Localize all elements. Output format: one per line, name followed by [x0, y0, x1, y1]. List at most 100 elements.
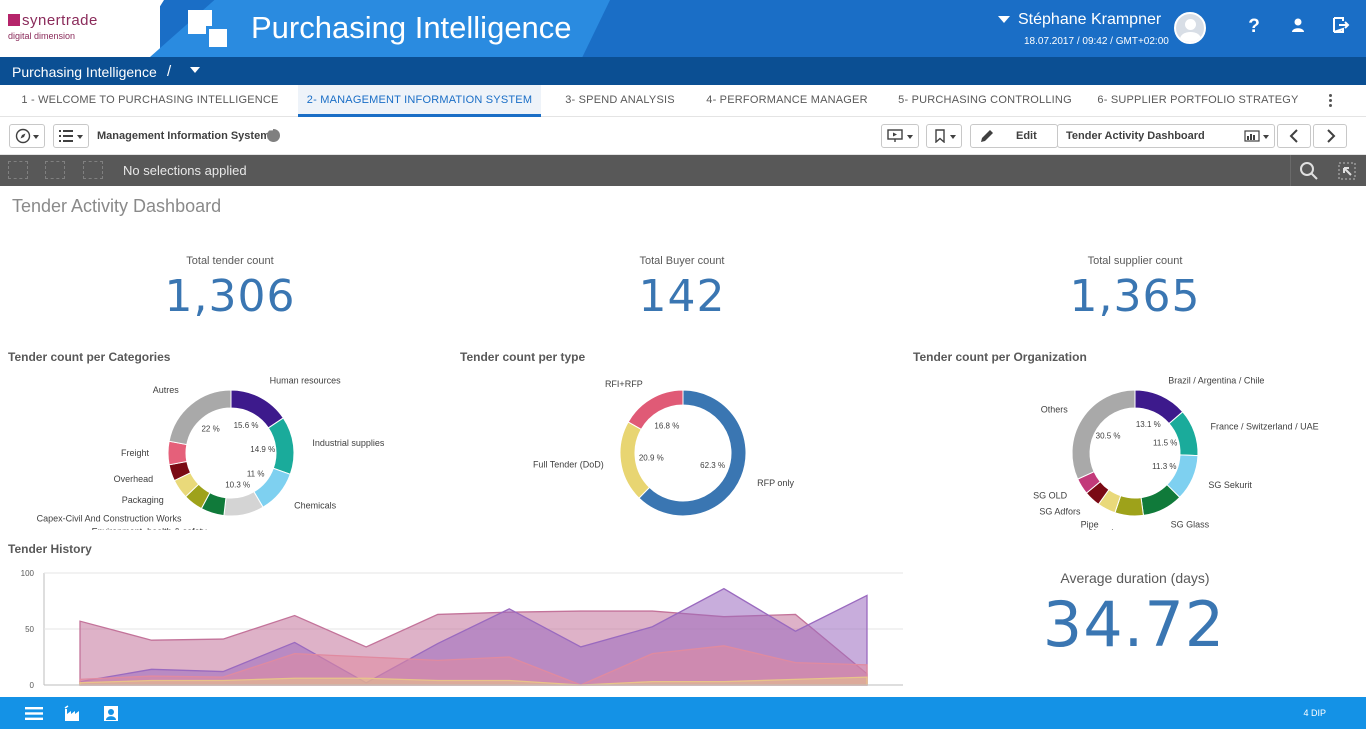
donut-category-label: Freight: [121, 448, 150, 458]
donut-category-label: Chemicals: [294, 500, 337, 510]
edit-button[interactable]: Edit: [970, 124, 1058, 148]
kpi-buyer-value: 142: [638, 271, 726, 322]
tab-performance-manager[interactable]: 4- PERFORMANCE MANAGER: [697, 85, 877, 117]
selection-tools: [1290, 155, 1366, 186]
donut-pct-label: 15.6 %: [234, 421, 259, 430]
donut-pct-label: 11 %: [247, 469, 265, 478]
factory-icon[interactable]: [63, 705, 83, 722]
tab-supplier-portfolio-strategy[interactable]: 6- SUPPLIER PORTFOLIO STRATEGY: [1093, 85, 1303, 117]
chart-title-organization: Tender count per Organization: [913, 350, 1087, 364]
next-sheet-button[interactable]: [1313, 124, 1347, 148]
donut-pct-label: 11.3 %: [1152, 462, 1176, 471]
breadcrumb-separator: /: [167, 63, 172, 80]
search-icon[interactable]: [1299, 161, 1319, 181]
environment-label: 4 DIP: [1303, 708, 1326, 718]
chart-title-categories: Tender count per Categories: [8, 350, 171, 364]
kpi-duration-label: Average duration (days): [1060, 570, 1210, 586]
more-options-icon[interactable]: [1323, 92, 1337, 110]
compass-icon: [15, 128, 31, 144]
donut-pct-label: 20.9 %: [639, 454, 664, 463]
donut-category-label: Full Tender (DoD): [533, 459, 604, 469]
donut-category-label: Autres: [153, 385, 180, 395]
presentation-icon: [887, 129, 903, 142]
document-user-icon[interactable]: [102, 705, 122, 722]
donut-category-label: Others: [1041, 405, 1069, 415]
app-root: synertrade digital dimension Purchasing …: [0, 0, 1366, 729]
logo-main-text: synertrade: [22, 12, 98, 29]
donut-pct-label: 10.3 %: [225, 480, 250, 489]
y-tick-label: 100: [21, 569, 35, 578]
clear-selections-icon[interactable]: [83, 161, 103, 179]
session-datetime: 18.07.2017 / 09:42 / GMT+02:00: [1024, 36, 1169, 47]
donut-pct-label: 16.8 %: [654, 421, 679, 430]
donut-pct-label: 14.9 %: [250, 445, 275, 454]
presentation-button[interactable]: [881, 124, 919, 148]
donut-pct-label: 62.3 %: [700, 461, 725, 470]
y-tick-label: 50: [25, 625, 34, 634]
pencil-icon: [981, 130, 993, 142]
kpi-duration-value: 34.72: [1042, 588, 1226, 661]
type-donut-chart[interactable]: 62.3 % RFP only 20.9 % Full Tender (DoD) 16.…: [452, 370, 902, 530]
app-name-label: Management Information System: [97, 130, 270, 142]
bookmark-icon: [935, 129, 945, 143]
donut-category-label: SG Sekurit: [1208, 480, 1252, 490]
sheet-list-button[interactable]: [53, 124, 89, 148]
app-title: Purchasing Intelligence: [251, 10, 572, 45]
sheet-selector[interactable]: Tender Activity Dashboard: [1057, 124, 1275, 148]
navigation-menu-button[interactable]: [9, 124, 45, 148]
step-forward-icon[interactable]: [45, 161, 65, 179]
menu-icon[interactable]: [24, 705, 44, 722]
edit-label: Edit: [1016, 130, 1037, 142]
breadcrumb-dropdown-icon[interactable]: [190, 67, 200, 73]
tab-purchasing-controlling[interactable]: 5- PURCHASING CONTROLLING: [889, 85, 1081, 117]
donut-slice[interactable]: [168, 389, 232, 446]
donut-category-label: Pipe: [1081, 519, 1099, 529]
donut-pct-label: 13.1 %: [1136, 420, 1161, 429]
user-settings-icon[interactable]: [1286, 16, 1310, 40]
logout-icon[interactable]: [1329, 16, 1353, 40]
user-name[interactable]: Stéphane Krampner: [1018, 11, 1161, 29]
tab-spend-analysis[interactable]: 3- SPEND ANALYSIS: [555, 85, 685, 117]
donut-category-label: Industrial supplies: [312, 438, 385, 448]
breadcrumb-app[interactable]: Purchasing Intelligence: [12, 64, 157, 80]
kpi-tender-label: Total tender count: [186, 255, 274, 267]
donut-slice[interactable]: [167, 440, 188, 466]
donut-category-label: SG Adfors: [1039, 507, 1081, 517]
tender-history-area-chart[interactable]: 0 50 100: [0, 560, 910, 697]
selection-tool-icon[interactable]: [1338, 162, 1356, 180]
avatar[interactable]: [1174, 12, 1206, 44]
user-menu-caret-icon[interactable]: [998, 16, 1010, 23]
app-info-icon[interactable]: [267, 127, 280, 142]
donut-category-label: France / Switzerland / UAE: [1211, 422, 1319, 432]
donut-category-label: Capex-Civil And Construction Works: [37, 513, 182, 523]
sheet-grid-icon: [1244, 130, 1260, 142]
donut-category-label: RFI+RFP: [605, 379, 643, 389]
toolbar: Management Information System Edit Tende…: [0, 118, 1366, 155]
bookmarks-button[interactable]: [926, 124, 962, 148]
donut-category-label: RFP only: [757, 478, 794, 488]
donut-pct-label: 30.5 %: [1096, 432, 1121, 441]
kpi-supplier-value: 1,365: [1069, 271, 1201, 322]
kpi-buyer-label: Total Buyer count: [639, 255, 725, 267]
breadcrumb: Purchasing Intelligence /: [0, 57, 1366, 85]
chevron-left-icon: [1289, 129, 1298, 143]
selections-status: No selections applied: [123, 163, 247, 178]
bottom-bar: 4 DIP: [0, 697, 1366, 729]
logo-sub-text: digital dimension: [8, 31, 76, 41]
top-banner: synertrade digital dimension Purchasing …: [0, 0, 1366, 57]
app-logo-icon: [188, 10, 232, 50]
tab-management-information-system[interactable]: 2- MANAGEMENT INFORMATION SYSTEM: [298, 85, 541, 117]
organization-donut-chart[interactable]: 13.1 % Brazil / Argentina / Chile 11.5 % Fr…: [905, 370, 1365, 530]
chart-title-history: Tender History: [8, 542, 92, 556]
tab-bar: 1 - WELCOME TO PURCHASING INTELLIGENCE 2…: [0, 85, 1366, 117]
donut-category-label: Packaging: [122, 495, 164, 505]
categories-donut-chart[interactable]: 15.6 % Human resources 14.9 % Industrial su…: [0, 370, 450, 530]
donut-category-label: SG Glass: [1171, 520, 1210, 530]
tab-welcome[interactable]: 1 - WELCOME TO PURCHASING INTELLIGENCE: [14, 85, 286, 117]
previous-sheet-button[interactable]: [1277, 124, 1311, 148]
step-back-icon[interactable]: [8, 161, 28, 179]
chevron-right-icon: [1327, 129, 1336, 143]
help-icon[interactable]: ?: [1242, 16, 1266, 38]
donut-category-label: Overhead: [114, 474, 154, 484]
selections-bar: No selections applied: [0, 155, 1366, 186]
